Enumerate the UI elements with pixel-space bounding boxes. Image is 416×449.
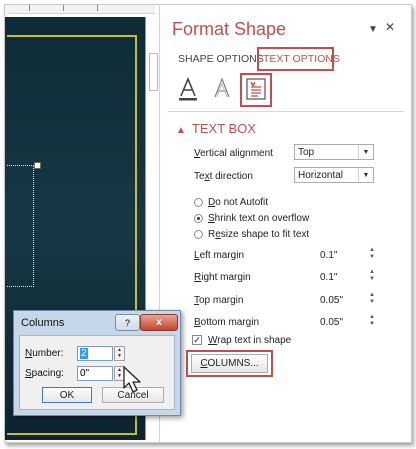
ruler-tick bbox=[97, 5, 98, 11]
dialog-close-button[interactable]: x bbox=[140, 314, 178, 331]
tab-shape-options[interactable]: SHAPE OPTIONS bbox=[178, 53, 264, 65]
chevron-down-icon[interactable]: ▼ bbox=[368, 24, 378, 35]
vertical-alignment-select[interactable]: Top ▼ bbox=[294, 144, 374, 160]
ruler-tick bbox=[63, 5, 64, 11]
label-text: o not Autofit bbox=[215, 197, 269, 208]
label-text: ight margin bbox=[201, 272, 251, 283]
spacing-label: Spacing: bbox=[25, 368, 64, 379]
left-margin-label: Left margin bbox=[194, 250, 244, 261]
bottom-margin-spinner[interactable]: ▲ ▼ bbox=[368, 314, 376, 328]
input-value: 2 bbox=[80, 348, 88, 359]
number-spinner[interactable]: ▲ ▼ bbox=[114, 346, 125, 361]
label-text: op margin bbox=[199, 295, 244, 306]
pane-title: Format Shape bbox=[172, 19, 287, 39]
text-fill-icon[interactable] bbox=[176, 75, 200, 103]
label-accelerator: C bbox=[200, 358, 208, 369]
radio-label-do-not-autofit[interactable]: Do not Autofit bbox=[208, 197, 268, 208]
chevron-up-icon: ▲ bbox=[176, 125, 186, 136]
ruler-tick bbox=[29, 5, 30, 11]
left-margin-value[interactable]: 0.1" bbox=[320, 250, 337, 261]
text-direction-select[interactable]: Horizontal ▼ bbox=[294, 167, 374, 183]
tab-text-options[interactable]: TEXT OPTIONS bbox=[263, 53, 340, 65]
label-accelerator: B bbox=[194, 317, 201, 328]
input-value: 0" bbox=[80, 368, 90, 379]
columns-button[interactable]: C OLUMNS... bbox=[191, 354, 268, 373]
top-margin-value[interactable]: 0.05" bbox=[320, 295, 343, 306]
textbox-glyph bbox=[246, 78, 266, 100]
right-margin-spinner[interactable]: ▲ ▼ bbox=[368, 269, 376, 283]
text-fill-glyph bbox=[179, 76, 197, 101]
pane-divider bbox=[168, 111, 404, 112]
label-accelerator: W bbox=[208, 335, 218, 346]
section-title: TEXT BOX bbox=[191, 121, 256, 136]
top-margin-label: Top margin bbox=[194, 295, 243, 306]
number-input[interactable]: 2 bbox=[77, 346, 113, 361]
label-text: size shape to fit text bbox=[220, 229, 310, 240]
screenshot-frame: Format Shape ▼ ✕ SHAPE OPTIONS TEXT OPTI… bbox=[4, 4, 412, 443]
ok-button[interactable]: OK bbox=[42, 387, 92, 403]
label-text: ertical alignment bbox=[200, 148, 273, 159]
text-effects-glyph bbox=[214, 77, 230, 98]
radio-label-shrink-text[interactable]: Shrink text on overflow bbox=[208, 213, 309, 224]
label-text: eft margin bbox=[199, 250, 245, 261]
label-text: umber: bbox=[32, 348, 64, 359]
section-header-text-box[interactable]: ▲ TEXT BOX bbox=[176, 121, 256, 136]
top-margin-spinner[interactable]: ▲ ▼ bbox=[368, 292, 376, 306]
radio-do-not-autofit[interactable] bbox=[194, 198, 203, 207]
number-label: Number: bbox=[25, 348, 63, 359]
spacing-input[interactable]: 0" bbox=[77, 366, 113, 381]
help-button[interactable]: ? bbox=[115, 314, 140, 331]
text-effects-icon[interactable] bbox=[210, 75, 234, 103]
label-text: ottom margin bbox=[200, 317, 260, 328]
label-text: rap text in shape bbox=[217, 335, 292, 346]
bottom-margin-label: Bottom margin bbox=[194, 317, 259, 328]
label-text: pacing: bbox=[31, 368, 64, 379]
radio-label-resize-shape[interactable]: Resize shape to fit text bbox=[208, 229, 309, 240]
chevron-down-icon[interactable]: ▼ bbox=[358, 145, 373, 159]
label-text: Te bbox=[194, 171, 205, 182]
label-accelerator: S bbox=[208, 213, 215, 224]
dialog-body: Number: 2 ▲ ▼ Spacing: 0" ▲ ▼ OK Cancel bbox=[19, 335, 175, 410]
label-text: OLUMNS... bbox=[207, 358, 259, 369]
wrap-text-label[interactable]: Wrap text in shape bbox=[208, 335, 291, 346]
resize-handle[interactable] bbox=[34, 162, 41, 169]
horizontal-ruler bbox=[5, 5, 155, 14]
close-icon[interactable]: ✕ bbox=[385, 20, 395, 34]
right-margin-label: Right margin bbox=[194, 272, 251, 283]
select-value: Top bbox=[298, 147, 315, 158]
label-text: t direction bbox=[209, 171, 253, 182]
mouse-pointer-icon bbox=[123, 366, 141, 393]
columns-dialog: Columns ? x Number: 2 ▲ ▼ Spacing: 0" ▲ ▼ … bbox=[13, 310, 181, 416]
format-shape-pane: Format Shape ▼ ✕ SHAPE OPTIONS TEXT OPTI… bbox=[159, 5, 411, 442]
select-value: Horizontal bbox=[298, 170, 344, 181]
dialog-title: Columns bbox=[21, 317, 65, 329]
radio-shrink-text-on-overflow[interactable] bbox=[194, 214, 203, 223]
selected-shape-outline[interactable] bbox=[7, 165, 34, 287]
chevron-down-icon[interactable]: ▼ bbox=[358, 168, 373, 182]
right-margin-value[interactable]: 0.1" bbox=[320, 272, 337, 283]
label-accelerator: S bbox=[25, 368, 32, 379]
scrollbar-thumb[interactable] bbox=[149, 53, 158, 91]
textbox-icon[interactable] bbox=[244, 75, 268, 103]
wrap-text-checkbox[interactable]: ✓ bbox=[192, 335, 202, 345]
vertical-alignment-label: Vertical alignment bbox=[194, 148, 273, 159]
bottom-margin-value[interactable]: 0.05" bbox=[320, 317, 343, 328]
radio-resize-shape[interactable] bbox=[194, 230, 203, 239]
left-margin-spinner[interactable]: ▲ ▼ bbox=[368, 247, 376, 261]
label-text: hrink text on overflow bbox=[214, 213, 310, 224]
text-direction-label: Text direction bbox=[194, 171, 253, 182]
